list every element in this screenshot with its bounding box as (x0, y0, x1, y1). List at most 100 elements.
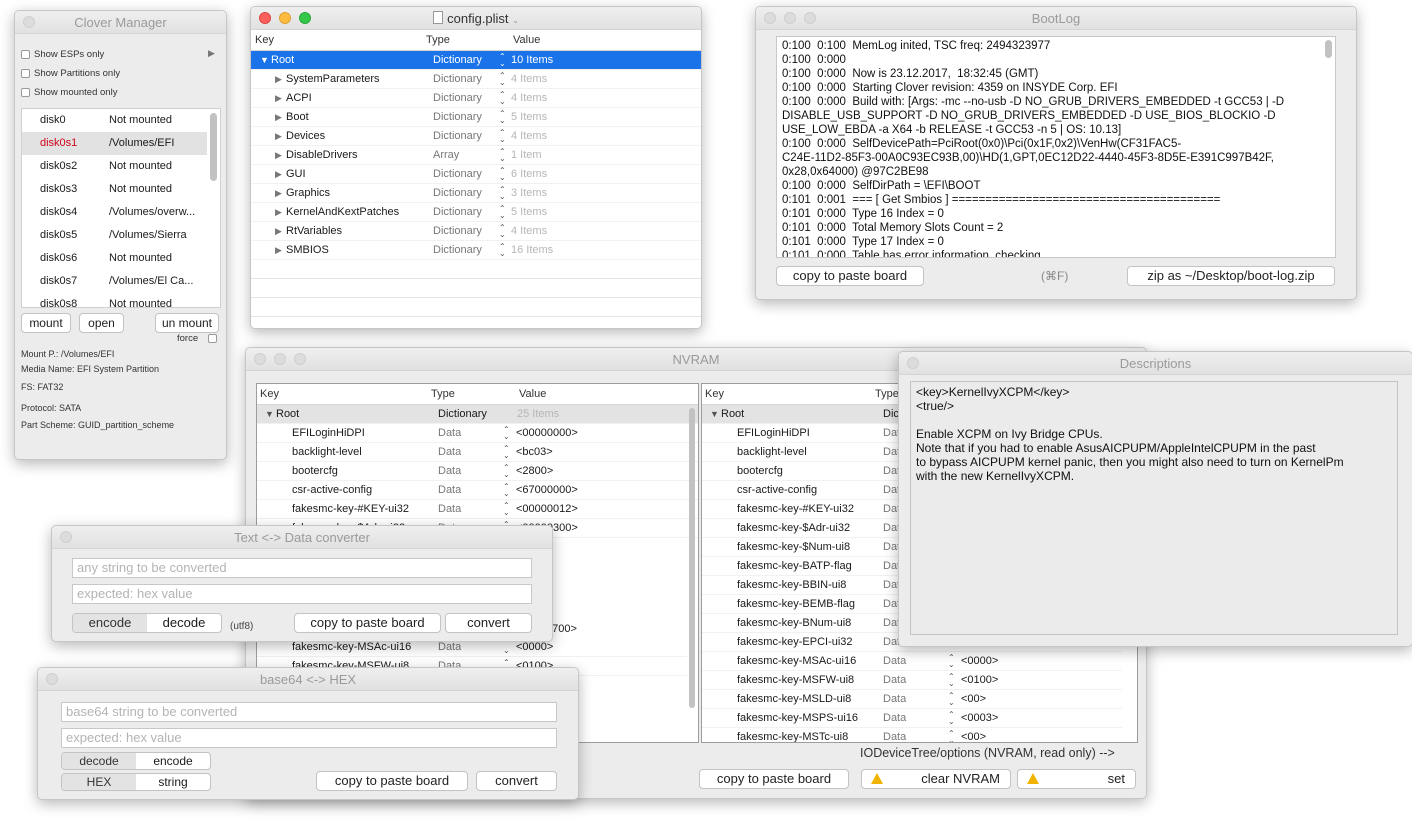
bootlog-text[interactable]: 0:100 0:100 MemLog inited, TSC freq: 249… (776, 36, 1336, 258)
nvram-root-row[interactable]: ▼ Root Dictionary 25 Items (257, 405, 698, 424)
disclosure-closed-icon[interactable]: ▶ (275, 70, 282, 88)
decode-segment[interactable]: decode (62, 753, 136, 769)
stepper-icon[interactable]: ⌃⌄ (503, 464, 510, 479)
clear-nvram-button[interactable]: clear NVRAM (861, 769, 1011, 789)
stepper-icon[interactable]: ⌃⌄ (503, 426, 510, 441)
copy-to-pasteboard-button[interactable]: copy to paste board (316, 771, 468, 791)
disk-row[interactable]: disk0s3 Not mounted (22, 178, 207, 201)
stepper-icon[interactable]: ⌃⌄ (948, 730, 955, 743)
stepper-icon[interactable]: ⌃⌄ (948, 673, 955, 688)
stepper-icon[interactable]: ⌃⌄ (503, 502, 510, 517)
disk-row[interactable]: disk0s4/Volumes/overw... (22, 201, 207, 224)
base64-input[interactable]: base64 string to be converted (61, 702, 557, 722)
nvram-row[interactable]: fakesmc-key-MSAc-ui16 Data ⌃ ⌄ <0000> (702, 652, 1122, 671)
stepper-icon[interactable]: ⌃⌄ (499, 243, 506, 258)
nvram-row[interactable]: fakesmc-key-MSLD-ui8 Data ⌃ ⌄ <00> (702, 690, 1122, 709)
convert-button[interactable]: convert (476, 771, 557, 791)
disk-row[interactable]: disk0s2 Not mounted (22, 155, 207, 178)
plist-row[interactable]: ▶ SMBIOS Dictionary ⌃ ⌄ 16 Items (251, 241, 701, 260)
stepper-icon[interactable]: ⌃⌄ (499, 224, 506, 239)
plist-row[interactable]: ▶ Boot Dictionary ⌃ ⌄ 5 Items (251, 108, 701, 127)
convert-button[interactable]: convert (445, 613, 532, 633)
stepper-icon[interactable]: ⌃⌄ (499, 72, 506, 87)
checkbox[interactable] (21, 88, 30, 97)
checkbox[interactable] (21, 69, 30, 78)
set-button[interactable]: set (1017, 769, 1136, 789)
plist-row[interactable]: ▶ Devices Dictionary ⌃ ⌄ 4 Items (251, 127, 701, 146)
nvram-row[interactable]: bootercfg Data ⌃ ⌄ <2800> (257, 462, 698, 481)
nvram-row[interactable]: fakesmc-key-MSPS-ui16 Data ⌃ ⌄ <0003> (702, 709, 1122, 728)
nvram-row[interactable]: fakesmc-key-#KEY-ui32 Data ⌃ ⌄ <00000012> (257, 500, 698, 519)
disclosure-closed-icon[interactable]: ▶ (275, 203, 282, 221)
copy-to-pasteboard-button[interactable]: copy to paste board (294, 613, 441, 633)
expand-arrow-icon[interactable]: ▶ (208, 48, 215, 59)
stepper-icon[interactable]: ⌃⌄ (948, 692, 955, 707)
disk-row[interactable]: disk0 Not mounted (22, 109, 207, 132)
plist-row[interactable]: ▶ SystemParameters Dictionary ⌃ ⌄ 4 Items (251, 70, 701, 89)
force-checkbox[interactable] (208, 334, 217, 343)
encode-segment[interactable]: encode (136, 753, 210, 769)
stepper-icon[interactable]: ⌃⌄ (503, 483, 510, 498)
plist-row[interactable]: ▶ ACPI Dictionary ⌃ ⌄ 4 Items (251, 89, 701, 108)
scrollbar[interactable] (689, 408, 695, 708)
plist-row[interactable]: ▶ GUI Dictionary ⌃ ⌄ 6 Items (251, 165, 701, 184)
string-input[interactable]: any string to be converted (72, 558, 532, 578)
checkbox[interactable] (21, 50, 30, 59)
nvram-row[interactable]: fakesmc-key-MSFW-ui8Data⌃⌄<0100> (702, 671, 1122, 690)
nvram-row[interactable]: EFILoginHiDPI Data ⌃ ⌄ <00000000> (257, 424, 698, 443)
plist-root-row[interactable]: ▼ Root Dictionary ⌃ ⌄ 10 Items (251, 51, 701, 70)
stepper-icon[interactable]: ⌃⌄ (503, 445, 510, 460)
stepper-icon[interactable]: ⌃⌄ (499, 129, 506, 144)
hex-string-toggle[interactable]: HEX string (61, 773, 211, 791)
disclosure-closed-icon[interactable]: ▶ (275, 89, 282, 107)
disclosure-closed-icon[interactable]: ▶ (275, 146, 282, 164)
disk-list[interactable]: disk0 Not mounted disk0s1/Volumes/EFI dis… (21, 108, 221, 308)
plist-row[interactable]: ▶ KernelAndKextPatches Dictionary ⌃ ⌄ 5 Items (251, 203, 701, 222)
nvram-row[interactable]: fakesmc-key-MSTc-ui8 Data ⌃ ⌄ <00> (702, 728, 1122, 743)
disk-row[interactable]: disk0s7/Volumes/El Ca... (22, 270, 207, 293)
disk-row[interactable]: disk0s6 Not mounted (22, 247, 207, 270)
nvram-copy-button[interactable]: copy to paste board (699, 769, 849, 789)
disclosure-closed-icon[interactable]: ▶ (275, 165, 282, 183)
disclosure-open-icon[interactable]: ▼ (710, 405, 719, 423)
mount-button[interactable]: mount (21, 313, 71, 333)
chevron-down-icon[interactable]: ⌄ (512, 16, 519, 25)
stepper-icon[interactable]: ⌃⌄ (499, 53, 506, 68)
hex-segment[interactable]: HEX (62, 774, 136, 790)
hex-output[interactable]: expected: hex value (61, 728, 557, 748)
scrollbar[interactable] (210, 113, 217, 181)
encode-segment[interactable]: encode (73, 614, 147, 632)
decode-encode-toggle[interactable]: decode encode (61, 752, 211, 770)
disclosure-closed-icon[interactable]: ▶ (275, 108, 282, 126)
encode-decode-toggle[interactable]: encode decode (72, 613, 222, 633)
zip-log-button[interactable]: zip as ~/Desktop/boot-log.zip (1127, 266, 1335, 286)
stepper-icon[interactable]: ⌃⌄ (499, 186, 506, 201)
disclosure-closed-icon[interactable]: ▶ (275, 127, 282, 145)
plist-row[interactable]: ▶ RtVariables Dictionary ⌃ ⌄ 4 Items (251, 222, 701, 241)
stepper-icon[interactable]: ⌃⌄ (499, 148, 506, 163)
copy-to-pasteboard-button[interactable]: copy to paste board (776, 266, 924, 286)
decode-segment[interactable]: decode (147, 614, 221, 632)
string-segment[interactable]: string (136, 774, 210, 790)
stepper-icon[interactable]: ⌃⌄ (499, 167, 506, 182)
disclosure-closed-icon[interactable]: ▶ (275, 222, 282, 240)
plist-row[interactable]: ▶ DisableDrivers Array ⌃ ⌄ 1 Item (251, 146, 701, 165)
stepper-icon[interactable]: ⌃⌄ (503, 640, 510, 655)
description-text[interactable]: <key>KernelIvyXCPM</key> <true/> Enable XC… (910, 381, 1398, 635)
plist-row[interactable]: ▶ Graphics Dictionary ⌃ ⌄ 3 Items (251, 184, 701, 203)
stepper-icon[interactable]: ⌃⌄ (499, 205, 506, 220)
disk-row[interactable]: disk0s5/Volumes/Sierra (22, 224, 207, 247)
disk-row-selected[interactable]: disk0s1/Volumes/EFI (22, 132, 207, 155)
disclosure-closed-icon[interactable]: ▶ (275, 241, 282, 259)
stepper-icon[interactable]: ⌃⌄ (948, 654, 955, 669)
plist-outline[interactable]: Key Type Value ▼ Root Dictionary ⌃ ⌄ 10 I… (251, 30, 701, 328)
unmount-button[interactable]: un mount (155, 313, 219, 333)
nvram-row[interactable]: csr-active-config Data ⌃ ⌄ <67000000> (257, 481, 698, 500)
nvram-row[interactable]: backlight-level Data ⌃ ⌄ <bc03> (257, 443, 698, 462)
disk-row[interactable]: disk0s8 Not mounted (22, 293, 207, 307)
stepper-icon[interactable]: ⌃⌄ (499, 110, 506, 125)
stepper-icon[interactable]: ⌃⌄ (948, 711, 955, 726)
disclosure-open-icon[interactable]: ▼ (260, 51, 269, 69)
disclosure-closed-icon[interactable]: ▶ (275, 184, 282, 202)
hex-output[interactable]: expected: hex value (72, 584, 532, 604)
